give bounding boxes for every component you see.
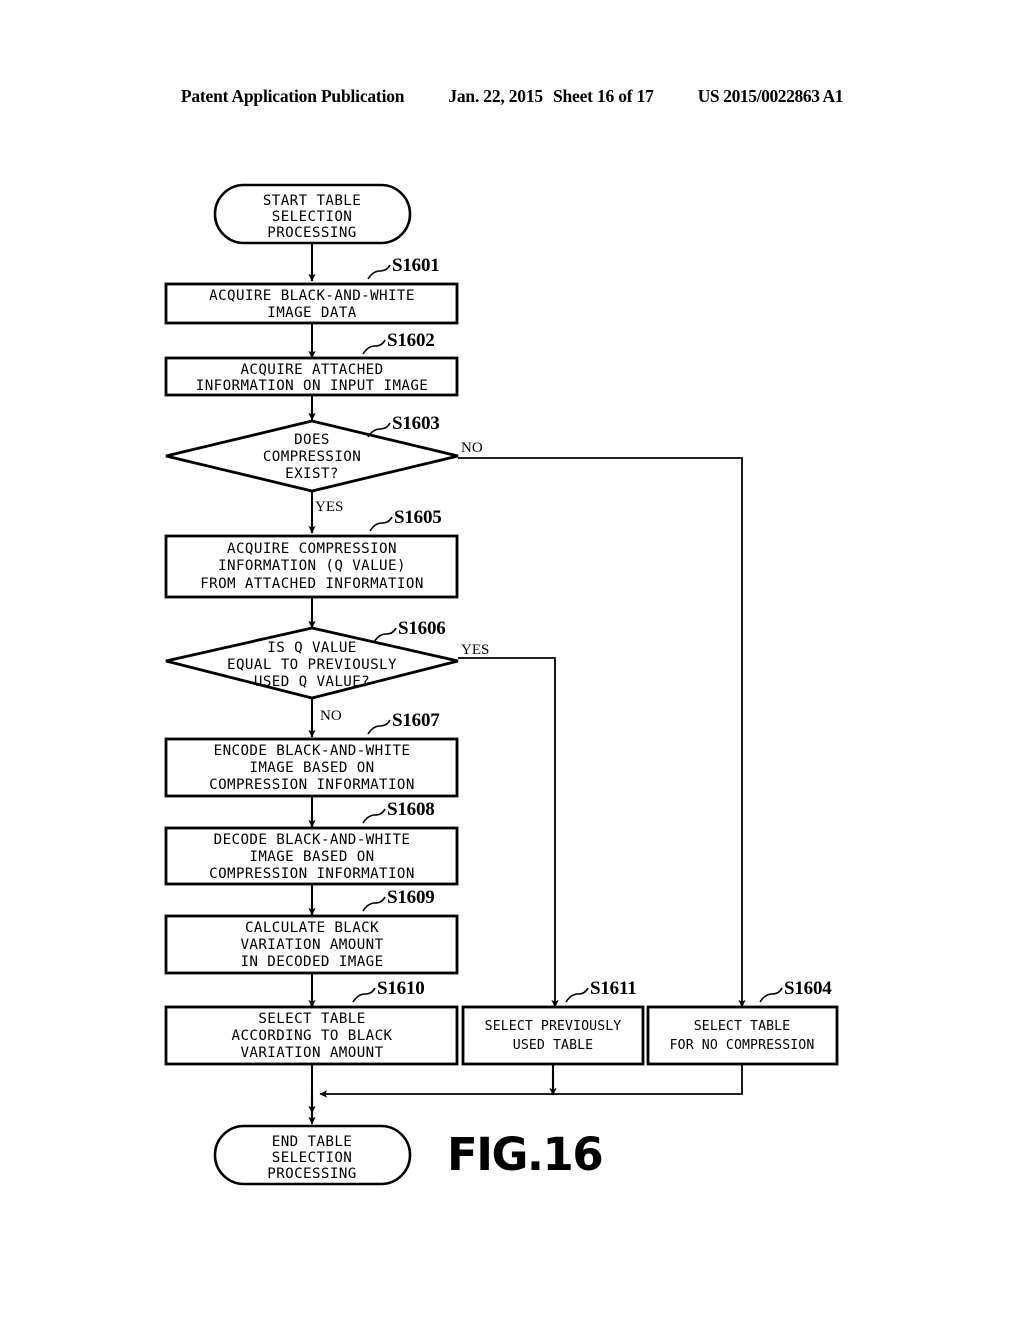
node-s1610-line-3: VARIATION AMOUNT — [240, 1045, 383, 1061]
node-s1609: CALCULATE BLACK VARIATION AMOUNT IN DECO… — [164, 914, 459, 975]
node-s1605-line-1: ACQUIRE COMPRESSION — [227, 541, 397, 557]
step-label-s1608: S1608 — [387, 799, 435, 820]
step-label-s1601: S1601 — [392, 255, 440, 276]
node-s1607-line-1: ENCODE BLACK-AND-WHITE — [214, 743, 411, 759]
connector-s1603-no-to-s1604 — [458, 457, 746, 1008]
leader-s1605 — [369, 516, 393, 532]
node-start-line-1: START TABLE — [263, 193, 361, 209]
node-s1603-line-3: EXIST? — [285, 466, 339, 482]
node-s1603-line-2: COMPRESSION — [263, 449, 361, 465]
node-s1604: SELECT TABLE FOR NO COMPRESSION — [646, 1005, 839, 1066]
node-s1608: DECODE BLACK-AND-WHITE IMAGE BASED ON CO… — [164, 826, 459, 886]
node-s1605-line-3: FROM ATTACHED INFORMATION — [200, 576, 424, 592]
leader-s1607 — [367, 719, 391, 735]
step-label-s1609: S1609 — [387, 887, 435, 908]
node-s1604-line-1: SELECT TABLE — [694, 1019, 790, 1034]
leader-s1604 — [759, 987, 783, 1003]
step-label-s1605: S1605 — [394, 507, 442, 528]
node-s1610: SELECT TABLE ACCORDING TO BLACK VARIATIO… — [164, 1005, 459, 1066]
node-s1606-line-3: USED Q VALUE? — [254, 674, 370, 690]
node-s1611: SELECT PREVIOUSLY USED TABLE — [461, 1005, 645, 1066]
node-s1609-line-2: VARIATION AMOUNT — [240, 937, 383, 953]
node-s1602: ACQUIRE ATTACHED INFORMATION ON INPUT IM… — [164, 356, 459, 397]
node-start-line-3: PROCESSING — [267, 225, 356, 241]
node-start-line-2: SELECTION — [272, 209, 352, 225]
node-end-line-2: SELECTION — [272, 1150, 352, 1166]
node-s1608-line-1: DECODE BLACK-AND-WHITE — [214, 832, 411, 848]
node-s1604-line-2: FOR NO COMPRESSION — [670, 1038, 815, 1053]
node-s1602-line-1: ACQUIRE ATTACHED — [240, 362, 383, 378]
leader-s1610 — [352, 987, 376, 1003]
node-s1603-line-1: DOES — [294, 432, 330, 448]
leader-s1609 — [362, 896, 386, 912]
step-label-s1606: S1606 — [398, 618, 446, 639]
branch-label-s1603-yes: YES — [315, 499, 343, 515]
leader-s1601 — [367, 264, 391, 280]
node-end-line-3: PROCESSING — [267, 1166, 356, 1182]
branch-label-s1603-no: NO — [461, 440, 483, 456]
node-s1610-line-1: SELECT TABLE — [258, 1011, 365, 1027]
leader-s1608 — [362, 808, 386, 824]
step-label-s1603: S1603 — [392, 413, 440, 434]
connector-s1604-to-merge — [319, 1063, 743, 1098]
node-s1608-line-2: IMAGE BASED ON — [249, 849, 374, 865]
node-s1605: ACQUIRE COMPRESSION INFORMATION (Q VALUE… — [164, 534, 459, 599]
leader-s1602 — [362, 339, 386, 355]
node-s1607-line-3: COMPRESSION INFORMATION — [209, 777, 415, 793]
node-s1601-line-1: ACQUIRE BLACK-AND-WHITE — [209, 288, 415, 304]
node-s1601: ACQUIRE BLACK-AND-WHITE IMAGE DATA — [164, 282, 459, 325]
step-label-s1611: S1611 — [590, 978, 637, 999]
step-label-s1604: S1604 — [784, 978, 832, 999]
node-s1607-line-2: IMAGE BASED ON — [249, 760, 374, 776]
node-s1608-line-3: COMPRESSION INFORMATION — [209, 866, 415, 882]
node-s1610-line-2: ACCORDING TO BLACK — [232, 1028, 393, 1044]
node-s1606-line-2: EQUAL TO PREVIOUSLY — [227, 657, 397, 673]
connector-s1606-yes-to-s1611 — [458, 657, 559, 1008]
node-s1609-line-1: CALCULATE BLACK — [245, 920, 379, 936]
branch-label-s1606-no: NO — [320, 708, 342, 724]
node-s1605-line-2: INFORMATION (Q VALUE) — [218, 558, 406, 574]
node-s1602-line-2: INFORMATION ON INPUT IMAGE — [196, 378, 428, 394]
node-s1611-line-2: USED TABLE — [513, 1038, 593, 1053]
leader-s1611 — [565, 987, 589, 1003]
figure-label: FIG.16 — [447, 1128, 602, 1181]
figure-flowchart: START TABLE SELECTION PROCESSING ACQUIRE… — [0, 0, 1024, 1320]
node-end: END TABLE SELECTION PROCESSING — [213, 1124, 412, 1186]
node-s1601-line-2: IMAGE DATA — [267, 305, 356, 321]
node-end-line-1: END TABLE — [272, 1134, 352, 1150]
step-label-s1602: S1602 — [387, 330, 435, 351]
node-start: START TABLE SELECTION PROCESSING — [213, 183, 412, 245]
node-s1606-line-1: IS Q VALUE — [267, 640, 356, 656]
branch-label-s1606-yes: YES — [461, 642, 489, 658]
step-label-s1610: S1610 — [377, 978, 425, 999]
node-s1611-line-1: SELECT PREVIOUSLY — [485, 1019, 622, 1034]
node-s1607: ENCODE BLACK-AND-WHITE IMAGE BASED ON CO… — [164, 737, 459, 798]
leader-s1606 — [373, 627, 397, 643]
step-label-s1607: S1607 — [392, 710, 440, 731]
node-s1609-line-3: IN DECODED IMAGE — [240, 954, 383, 970]
